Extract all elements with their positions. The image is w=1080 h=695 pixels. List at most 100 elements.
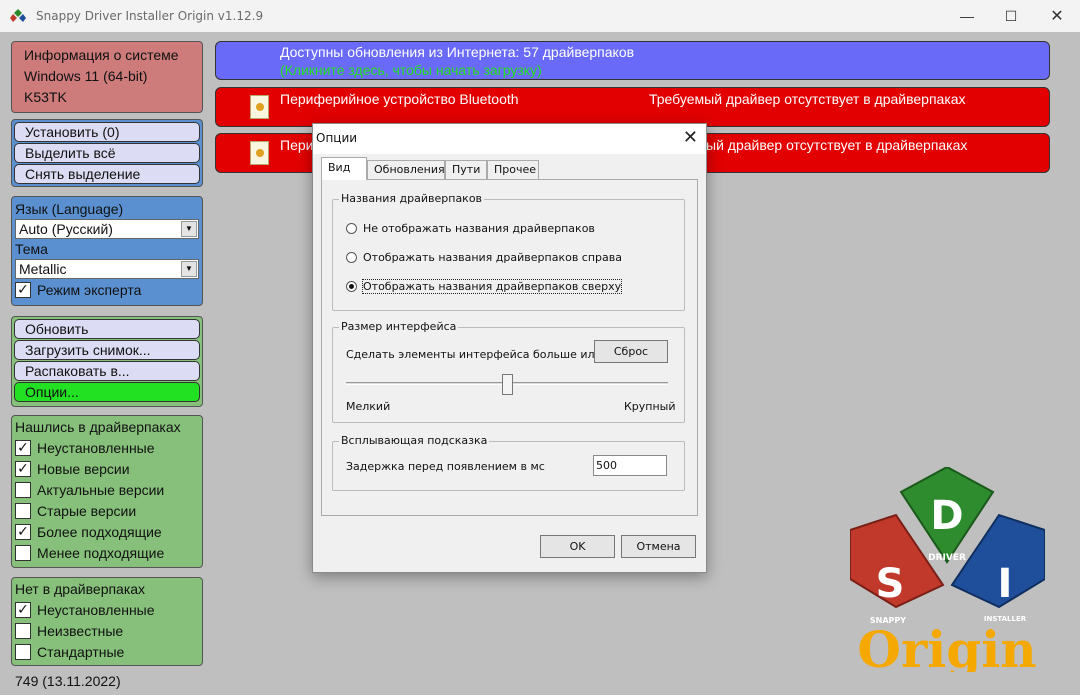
filter-not-installed[interactable]: ✓ Неустановленные: [15, 437, 199, 458]
tab-updates[interactable]: Обновления: [367, 160, 445, 179]
checkbox-checked-icon[interactable]: ✓: [15, 281, 31, 298]
checkbox-checked-icon[interactable]: ✓: [15, 601, 31, 618]
logo-d-letter: D: [930, 493, 963, 539]
chevron-down-icon[interactable]: ▼: [181, 221, 197, 237]
radio-names-top[interactable]: Отображать названия драйверпаков сверху: [346, 279, 623, 294]
language-value: Auto (Русский): [19, 221, 113, 237]
tooltip-delay-label: Задержка перед появлением в мс: [346, 460, 545, 473]
system-machine: K53TK: [24, 89, 67, 105]
dialog-title-bar: Опции ✕: [313, 124, 706, 154]
app-icon: [10, 8, 26, 24]
logo-i-letter: I: [998, 561, 1013, 607]
driverpack-version: 749 (13.11.2022): [15, 673, 121, 689]
update-available-row[interactable]: Доступны обновления из Интернета: 57 дра…: [215, 41, 1050, 80]
filter-label: Новые версии: [37, 460, 130, 477]
tab-paths[interactable]: Пути: [445, 160, 487, 179]
logo-origin-text: Origin: [857, 620, 1036, 672]
theme-label: Тема: [15, 241, 48, 257]
device-status: Требуемый драйвер отсутствует в драйверп…: [649, 91, 966, 107]
checkbox-empty-icon[interactable]: [15, 481, 31, 498]
system-info-title: Информация о системе: [24, 47, 179, 63]
filter-label: Стандартные: [37, 643, 125, 660]
filter-nf-unknown[interactable]: Неизвестные: [15, 620, 199, 641]
radio-empty-icon[interactable]: [346, 252, 357, 263]
tooltip-group: Всплывающая подсказка Задержка перед поя…: [332, 434, 685, 491]
chevron-down-icon[interactable]: ▼: [181, 261, 197, 277]
close-button[interactable]: ✕: [1034, 0, 1080, 32]
options-button[interactable]: Опции...: [14, 382, 200, 402]
filter-label: Менее подходящие: [37, 544, 165, 561]
device-status: ый драйвер отсутствует в драйверпаках: [706, 137, 968, 153]
size-min-label: Мелкий: [346, 400, 391, 413]
select-all-button[interactable]: Выделить всё: [14, 143, 200, 163]
notfound-group-title: Нет в драйверпаках: [15, 581, 146, 597]
size-max-label: Крупный: [624, 400, 676, 413]
interface-size-group: Размер интерфейса Сделать элементы интер…: [332, 320, 685, 423]
language-theme-panel: Язык (Language) Auto (Русский) ▼ Тема Me…: [11, 196, 203, 306]
tab-view[interactable]: Вид: [321, 157, 367, 180]
refresh-button[interactable]: Обновить: [14, 319, 200, 339]
filter-nf-not-installed[interactable]: ✓ Неустановленные: [15, 599, 199, 620]
cancel-button[interactable]: Отмена: [621, 535, 696, 558]
expert-mode-checkbox[interactable]: ✓ Режим эксперта: [15, 279, 199, 300]
theme-value: Metallic: [19, 261, 67, 277]
checkbox-empty-icon[interactable]: [15, 544, 31, 561]
tab-content-view: Названия драйверпаков Не отображать назв…: [321, 179, 698, 516]
radio-empty-icon[interactable]: [346, 223, 357, 234]
logo-driver-text: DRIVER: [928, 553, 966, 563]
ok-button[interactable]: OK: [540, 535, 615, 558]
close-icon[interactable]: ✕: [683, 127, 698, 148]
filter-worse-match[interactable]: Менее подходящие: [15, 542, 199, 563]
actions-panel: Обновить Загрузить снимок... Распаковать…: [11, 316, 203, 407]
language-select[interactable]: Auto (Русский) ▼: [15, 219, 199, 239]
group-legend: Названия драйверпаков: [339, 192, 485, 205]
filter-label: Более подходящие: [37, 523, 162, 540]
checkbox-checked-icon[interactable]: ✓: [15, 439, 31, 456]
minimize-button[interactable]: —: [944, 0, 990, 32]
title-bar: Snappy Driver Installer Origin v1.12.9 —…: [0, 0, 1080, 32]
deselect-all-button[interactable]: Снять выделение: [14, 164, 200, 184]
found-group-title: Нашлись в драйверпаках: [15, 419, 181, 435]
options-dialog: Опции ✕ Вид Обновления Пути Прочее Назва…: [312, 123, 707, 573]
radio-label: Отображать названия драйверпаков справа: [363, 251, 622, 264]
filter-current-versions[interactable]: Актуальные версии: [15, 479, 199, 500]
checkbox-empty-icon[interactable]: [15, 502, 31, 519]
notfound-filter-panel: Нет в драйверпаках ✓ Неустановленные Неиз…: [11, 577, 203, 666]
logo-s-letter: S: [876, 561, 905, 607]
filter-label: Актуальные версии: [37, 481, 165, 498]
checkbox-checked-icon[interactable]: ✓: [15, 523, 31, 540]
radio-selected-icon[interactable]: [346, 281, 357, 292]
device-row[interactable]: Периферийное устройство Bluetooth Требуе…: [215, 87, 1050, 127]
checkbox-checked-icon[interactable]: ✓: [15, 460, 31, 477]
maximize-button[interactable]: ☐: [988, 0, 1034, 32]
update-hint: (Кликните здесь, чтобы начать загрузку): [280, 62, 542, 78]
checkbox-empty-icon[interactable]: [15, 622, 31, 639]
expert-mode-label: Режим эксперта: [37, 281, 142, 298]
driverpack-names-group: Названия драйверпаков Не отображать назв…: [332, 192, 685, 311]
tab-other[interactable]: Прочее: [487, 160, 539, 179]
filter-nf-standard[interactable]: Стандартные: [15, 641, 199, 662]
dialog-title: Опции: [316, 131, 358, 145]
reset-button[interactable]: Сброс: [594, 340, 668, 363]
filter-old-versions[interactable]: Старые версии: [15, 500, 199, 521]
filter-label: Неустановленные: [37, 601, 155, 618]
system-os: Windows 11 (64-bit): [24, 68, 148, 84]
filter-newer-versions[interactable]: ✓ Новые версии: [15, 458, 199, 479]
driver-file-icon: [250, 141, 269, 165]
driver-file-icon: [250, 95, 269, 119]
radio-names-right[interactable]: Отображать названия драйверпаков справа: [346, 251, 622, 264]
load-snapshot-button[interactable]: Загрузить снимок...: [14, 340, 200, 360]
filter-better-match[interactable]: ✓ Более подходящие: [15, 521, 199, 542]
radio-hide-names[interactable]: Не отображать названия драйверпаков: [346, 222, 595, 235]
checkbox-empty-icon[interactable]: [15, 643, 31, 660]
tooltip-delay-input[interactable]: 500: [593, 455, 667, 476]
theme-select[interactable]: Metallic ▼: [15, 259, 199, 279]
install-button[interactable]: Установить (0): [14, 122, 200, 142]
update-title: Доступны обновления из Интернета: 57 дра…: [280, 44, 635, 60]
size-slider-thumb[interactable]: [502, 374, 513, 395]
system-info-panel[interactable]: Информация о системе Windows 11 (64-bit)…: [11, 41, 203, 113]
filter-label: Старые версии: [37, 502, 137, 519]
filter-label: Неизвестные: [37, 622, 124, 639]
extract-to-button[interactable]: Распаковать в...: [14, 361, 200, 381]
found-filter-panel: Нашлись в драйверпаках ✓ Неустановленные …: [11, 415, 203, 568]
